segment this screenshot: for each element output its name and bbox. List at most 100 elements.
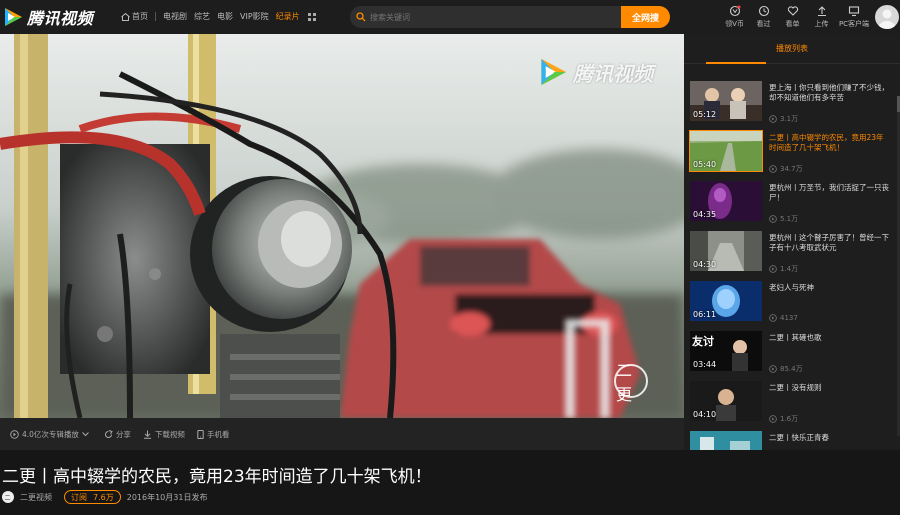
nav-divider — [155, 12, 156, 21]
play-count[interactable]: 4.0亿次专辑播放 — [10, 429, 92, 440]
playlist-play-count: 5.1万 — [769, 214, 798, 224]
playlist-thumbnail: 06:11 — [690, 281, 762, 321]
nav-item-vip[interactable]: VIP影院 — [240, 11, 269, 22]
play-count-icon — [769, 165, 777, 173]
playlist-item[interactable]: 04:35 更杭州丨万圣节，我们活捉了一只丧尸！ 5.1万 — [684, 181, 900, 231]
playlist-item[interactable]: 06:11 老妇人与死神 4137 — [684, 281, 900, 331]
logo[interactable]: 腾讯视频 — [2, 5, 93, 29]
playlist-thumbnail: 05:12 — [690, 81, 762, 121]
svg-text:二: 二 — [5, 495, 11, 502]
play-logo-icon — [2, 6, 24, 28]
nav-item-movie[interactable]: 电影 — [217, 11, 233, 22]
playlist-thumbnail: 04:35 — [690, 181, 762, 221]
playlist-play-count: 1.4万 — [769, 264, 798, 274]
playlist-item[interactable]: 友讨 03:44 二更丨其確也歌 85.4万 — [684, 331, 900, 381]
tool-vcoin[interactable]: 领V币 — [720, 5, 749, 29]
playlist-list: 05:12 更上海丨你只看到他们赚了不少钱，却不知道他们有多辛苦 3.1万 05… — [684, 64, 900, 450]
video-title: 二更丨高中辍学的农民，竟用23年时间造了几十架飞机！ — [2, 467, 432, 487]
user-avatar[interactable] — [875, 5, 899, 29]
search-input[interactable] — [370, 12, 600, 22]
playlist-title[interactable]: 更杭州丨这个瞽子厉害了！曾经一下子有十八考取武状元 — [769, 233, 891, 253]
playlist-count-label: 1.4万 — [780, 265, 799, 273]
svg-text:友讨: 友讨 — [692, 334, 714, 348]
download-button[interactable]: 下载视频 — [143, 429, 185, 440]
nav-home-label: 首页 — [132, 12, 148, 21]
tool-vcoin-label: 领V币 — [725, 20, 744, 28]
playlist-tab[interactable]: 播放列表 — [684, 34, 900, 64]
playlist-title[interactable]: 二更丨高中辍学的农民，竟用23年时间造了几十架飞机！ — [769, 133, 891, 153]
playlist-count-label: 4137 — [780, 314, 798, 322]
tool-upload[interactable]: 上传 — [807, 5, 836, 29]
playlist-title[interactable]: 二更丨没有规则 — [769, 383, 891, 393]
download-icon — [143, 430, 151, 439]
video-watermark: 腾讯视频 — [537, 56, 653, 88]
playlist-title[interactable]: 老妇人与死神 — [769, 283, 891, 293]
home-icon — [121, 12, 130, 21]
logo-text: 腾讯视频 — [27, 9, 94, 28]
download-label: 下载视频 — [154, 429, 185, 439]
playlist-count-label: 1.6万 — [780, 415, 799, 423]
playlist-play-count: 85.4万 — [769, 364, 803, 374]
heart-icon — [787, 6, 798, 16]
nav-item-variety[interactable]: 综艺 — [194, 11, 210, 22]
vcoin-icon — [729, 5, 740, 17]
play-count-label: 4.0亿次专辑播放 — [22, 429, 79, 439]
playlist-item[interactable]: 04:10 二更丨没有规则 1.6万 — [684, 381, 900, 431]
playlist-play-count: 34.7万 — [769, 164, 803, 174]
playlist-item-current[interactable]: 05:40 二更丨高中辍学的农民，竟用23年时间造了几十架飞机！ 34.7万 — [684, 130, 900, 181]
play-count-icon — [769, 215, 777, 223]
playlist-thumbnail: 友讨 03:44 — [690, 331, 762, 371]
share-label: 分享 — [115, 429, 131, 439]
nav-home[interactable]: 首页 — [121, 11, 148, 22]
playlist-item[interactable]: 二更丨快乐正青春 — [684, 431, 900, 450]
playlist-thumbnail: 04:30 — [690, 231, 762, 271]
play-count-icon — [769, 265, 777, 273]
share-button[interactable]: 分享 — [104, 429, 131, 440]
playlist-duration: 04:10 — [693, 410, 717, 419]
tool-pc-client[interactable]: PC客户端 — [836, 5, 872, 29]
playlist-title[interactable]: 更杭州丨万圣节，我们活捉了一只丧尸！ — [769, 183, 891, 203]
playlist-item[interactable]: 05:12 更上海丨你只看到他们赚了不少钱，却不知道他们有多辛苦 3.1万 — [684, 81, 900, 131]
subscriber-count: 7.6万 — [93, 492, 114, 502]
toolbar: 领V币 看过 看单 上传 PC客户端 — [720, 5, 872, 29]
playlist-duration: 06:11 — [693, 310, 717, 319]
video-frame — [0, 34, 684, 418]
mobile-watch-label: 手机看 — [206, 429, 230, 439]
nav-item-tv[interactable]: 电视剧 — [163, 11, 187, 22]
play-count-icon — [10, 429, 19, 439]
subscribe-label: 订阅 — [71, 492, 87, 502]
video-action-bar: 4.0亿次专辑播放 分享 下载视频 手机看 — [0, 418, 684, 450]
playlist-thumbnail — [690, 431, 762, 450]
playlist-title[interactable]: 更上海丨你只看到他们赚了不少钱，却不知道他们有多辛苦 — [769, 83, 891, 103]
play-count-icon — [769, 365, 777, 373]
play-count-icon — [769, 415, 777, 423]
playlist-count-label: 3.1万 — [780, 115, 799, 123]
subscribe-button[interactable]: 订阅 7.6万 — [64, 490, 121, 504]
tool-history[interactable]: 看过 — [749, 5, 778, 29]
upload-icon — [817, 6, 826, 17]
tool-pc-client-label: PC客户端 — [838, 20, 870, 28]
playlist-count-label: 34.7万 — [780, 165, 803, 173]
tool-watchlist-label: 看单 — [785, 20, 800, 28]
mobile-watch-button[interactable]: 手机看 — [197, 429, 230, 440]
video-player[interactable]: 腾讯视频 二更 — [0, 34, 684, 418]
playlist-count-label: 5.1万 — [780, 215, 799, 223]
uploader-name[interactable]: 二更视频 — [20, 492, 52, 503]
nav-item-documentary[interactable]: 纪录片 — [276, 11, 300, 22]
chevron-down-icon — [82, 431, 89, 436]
playlist-title[interactable]: 二更丨其確也歌 — [769, 333, 891, 343]
search-box — [350, 6, 621, 28]
playlist-duration: 03:44 — [693, 360, 717, 369]
more-grid-icon[interactable] — [307, 12, 316, 21]
playlist-thumbnail: 04:10 — [690, 381, 762, 421]
playlist-duration: 05:40 — [693, 160, 717, 169]
playlist-thumbnail: 05:40 — [689, 130, 763, 172]
video-meta: 二 二更视频 订阅 7.6万 2016年10月31日发布 — [2, 490, 207, 504]
search-button[interactable]: 全网搜 — [621, 6, 670, 28]
playlist-title[interactable]: 二更丨快乐正青春 — [769, 433, 891, 443]
search-icon — [356, 12, 366, 22]
uploader-avatar[interactable]: 二 — [2, 491, 14, 503]
share-icon — [104, 429, 113, 438]
tool-watchlist[interactable]: 看单 — [778, 5, 807, 29]
playlist-item[interactable]: 04:30 更杭州丨这个瞽子厉害了！曾经一下子有十八考取武状元 1.4万 — [684, 231, 900, 281]
